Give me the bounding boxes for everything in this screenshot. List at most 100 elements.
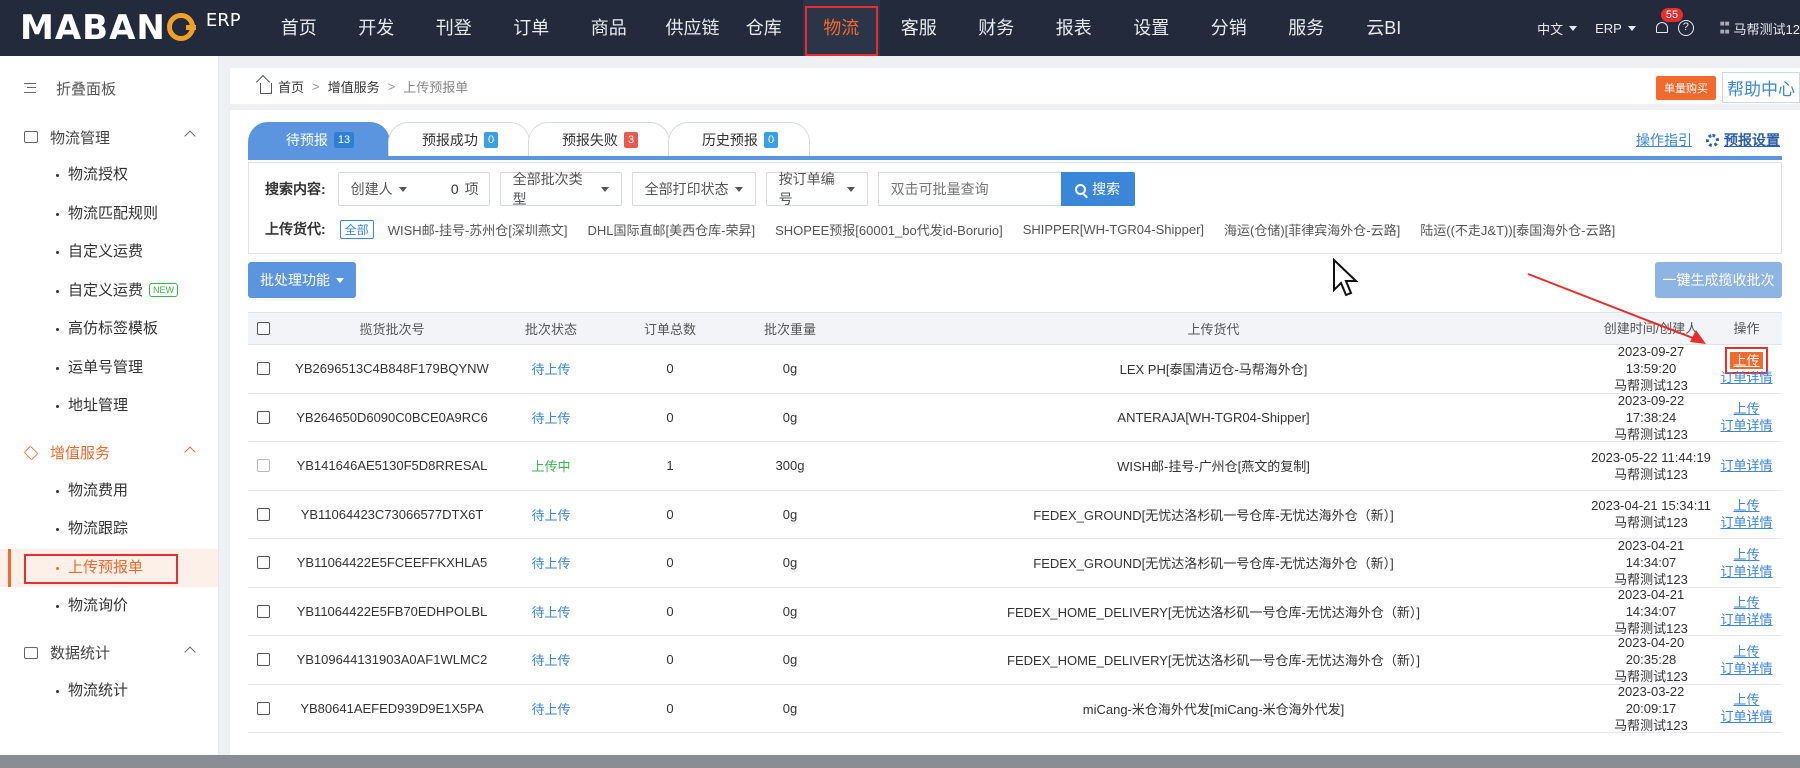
sidebar-item-1-2[interactable]: 上传预报单 (0, 548, 218, 587)
tab-2[interactable]: 预报失败 3 (528, 122, 670, 156)
breadcrumb: 首页 > 增值服务 > 上传预报单 单量购买 帮助中心 (230, 68, 1800, 104)
order-detail-link[interactable]: 订单详情 (1711, 369, 1782, 386)
sidebar-item-0-5[interactable]: 运单号管理 (0, 349, 218, 388)
upload-link[interactable]: 上传 (1711, 594, 1782, 611)
order-detail-link[interactable]: 订单详情 (1711, 611, 1782, 628)
nav-item-8[interactable]: 客服 (880, 0, 958, 56)
chevron-right-icon: > (387, 78, 396, 94)
carrier-filter-item[interactable]: SHIPPER[WH-TGR04-Shipper] (1023, 222, 1204, 237)
tab-3[interactable]: 历史预报 0 (668, 122, 810, 156)
user-menu[interactable]: ■■ ■■ 马帮测试12 (1720, 19, 1800, 38)
help-icon[interactable]: ? (1677, 20, 1694, 36)
print-status-select[interactable]: 全部打印状态 (631, 172, 756, 206)
created-time: 2023-04-20 20:35:28 (1617, 635, 1685, 668)
buy-volume-button[interactable]: 单量购买 (1656, 75, 1716, 100)
upload-link[interactable]: 上传 (1711, 400, 1782, 417)
carrier-filter-item[interactable]: DHL国际直邮[美西仓库-荣昇] (588, 220, 756, 239)
row-checkbox[interactable] (256, 507, 270, 521)
forecast-settings-link[interactable]: 预报设置 (1724, 130, 1780, 150)
row-checkbox[interactable] (256, 362, 270, 376)
tab-1[interactable]: 预报成功 0 (388, 122, 530, 156)
sidebar-item-0-0[interactable]: 物流授权 (0, 156, 218, 195)
order-detail-link[interactable]: 订单详情 (1711, 457, 1782, 474)
row-checkbox (256, 459, 270, 473)
chevron-down-icon (600, 186, 609, 192)
nav-item-11[interactable]: 设置 (1113, 0, 1191, 56)
carrier-filter-item[interactable]: 海运(仓储)[菲律宾海外仓-云路] (1224, 220, 1400, 239)
row-checkbox[interactable] (256, 701, 270, 715)
order-detail-link[interactable]: 订单详情 (1711, 660, 1782, 677)
batch-status: 待上传 (531, 362, 571, 378)
nav-item-5[interactable]: 供应链 (648, 0, 726, 56)
bell-icon[interactable]: 55 (1654, 8, 1684, 36)
language-select[interactable]: 中文 (1537, 19, 1578, 38)
sidebar-item-0-6[interactable]: 地址管理 (0, 387, 218, 426)
upload-link[interactable]: 上传 (1711, 691, 1782, 708)
upload-link[interactable]: 上传 (1711, 643, 1782, 660)
nav-item-9[interactable]: 财务 (958, 0, 1036, 56)
sidebar-collapse-button[interactable]: 折叠面板 (0, 66, 218, 110)
carrier-filter-item[interactable]: SHOPEE预报[60001_bo代发id-Borurio] (775, 220, 1003, 239)
nav-item-3[interactable]: 订单 (493, 0, 571, 56)
search-button[interactable]: 搜索 (1060, 172, 1135, 206)
sidebar-item-1-3[interactable]: 物流询价 (0, 587, 218, 626)
search-icon (1075, 183, 1087, 195)
help-center-link[interactable]: 帮助中心 (1722, 72, 1800, 103)
bulk-actions-button[interactable]: 批处理功能 (248, 262, 356, 298)
batch-type-select[interactable]: 全部批次类型 (499, 171, 622, 207)
upload-link[interactable]: 上传 (1711, 546, 1782, 563)
sidebar-item-0-1[interactable]: 物流匹配规则 (0, 195, 218, 234)
sidebar-item-0-2[interactable]: 自定义运费 (0, 233, 218, 272)
carrier-all-chip[interactable]: 全部 (339, 219, 374, 239)
nav-item-14[interactable]: 云BI (1345, 0, 1423, 56)
order-detail-link[interactable]: 订单详情 (1711, 708, 1782, 725)
breadcrumb-parent[interactable]: 增值服务 (328, 77, 380, 96)
created-time: 2023-03-22 20:09:17 (1617, 683, 1685, 716)
order-no-select[interactable]: 按订单编号 (765, 171, 868, 207)
carrier-filter-item[interactable]: 陆运((不走J&T))[泰国海外仓-云路] (1420, 220, 1615, 239)
nav-item-6[interactable]: 仓库 (725, 0, 803, 56)
nav-item-13[interactable]: 服务 (1268, 0, 1346, 56)
order-detail-link[interactable]: 订单详情 (1711, 417, 1782, 434)
app-logo[interactable]: MABAN ERP (0, 0, 260, 56)
row-checkbox[interactable] (256, 410, 270, 424)
row-checkbox[interactable] (256, 653, 270, 667)
batch-status: 待上传 (531, 410, 571, 426)
sidebar-item-0-3[interactable]: 自定义运费 NEW (0, 272, 218, 311)
sidebar-group-2[interactable]: 数据统计 (0, 634, 218, 672)
nav-item-0[interactable]: 首页 (260, 0, 338, 56)
breadcrumb-home[interactable]: 首页 (278, 77, 304, 96)
nav-item-4[interactable]: 商品 (570, 0, 648, 56)
sidebar-group-1[interactable]: 增值服务 (0, 434, 218, 472)
sidebar-item-1-0[interactable]: 物流费用 (0, 472, 218, 511)
creator-select[interactable]: 创建人 0项 (337, 172, 490, 206)
order-detail-link[interactable]: 订单详情 (1711, 514, 1782, 531)
upload-link[interactable]: 上传 (1725, 346, 1768, 374)
operation-guide-link[interactable]: 操作指引 (1636, 130, 1692, 150)
sidebar-item-1-1[interactable]: 物流跟踪 (0, 510, 218, 549)
row-checkbox[interactable] (256, 556, 270, 570)
collapse-icon (24, 83, 36, 93)
nav-item-1[interactable]: 开发 (338, 0, 416, 56)
nav-item-2[interactable]: 刊登 (415, 0, 493, 56)
nav-item-7[interactable]: 物流 (802, 0, 880, 56)
batch-number: YB141646AE5130F5D8RRESAL (296, 458, 488, 474)
created-by: 马帮测试123 (1614, 515, 1688, 531)
search-input[interactable] (877, 172, 1061, 206)
tab-0[interactable]: 待预报 13 (248, 122, 390, 156)
nav-item-12[interactable]: 分销 (1190, 0, 1268, 56)
carrier-filter-item[interactable]: WISH邮-挂号-苏州仓[深圳燕文] (388, 220, 568, 239)
sidebar-item-0-4[interactable]: 高仿标签模板 (0, 310, 218, 349)
sidebar-group-0[interactable]: 物流管理 (0, 118, 218, 156)
sidebar-item-2-0[interactable]: 物流统计 (0, 672, 218, 711)
row-checkbox[interactable] (256, 604, 270, 618)
carrier-filter-label: 上传货代: (265, 221, 326, 237)
select-all-checkbox[interactable] (256, 322, 270, 335)
upload-link[interactable]: 上传 (1711, 497, 1782, 514)
created-time: 2023-04-21 14:34:07 (1617, 538, 1685, 571)
tabs-underline (248, 156, 1782, 160)
created-cell: 2023-04-21 14:34:07 马帮测试123 (1591, 537, 1711, 588)
erp-select[interactable]: ERP (1595, 21, 1636, 36)
nav-item-10[interactable]: 报表 (1035, 0, 1113, 56)
order-detail-link[interactable]: 订单详情 (1711, 563, 1782, 580)
